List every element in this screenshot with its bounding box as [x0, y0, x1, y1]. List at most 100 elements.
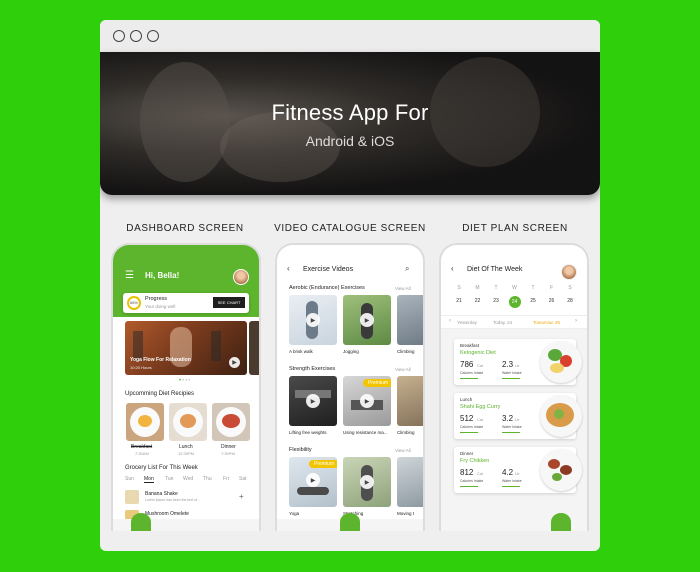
calendar-date-selected[interactable]: 24 — [508, 296, 521, 308]
play-icon[interactable]: ▶ — [360, 313, 374, 327]
day-tab[interactable]: Tue — [165, 476, 173, 482]
play-icon[interactable]: ▶ — [306, 313, 320, 327]
video-title: Climbing — [397, 430, 415, 435]
dashboard-screen-label: DASHBOARD SCREEN — [126, 223, 244, 234]
window-control-dot[interactable] — [113, 30, 125, 42]
play-icon[interactable]: ▶ — [360, 394, 374, 408]
recipes-heading: Upcomming Diet Recipies — [125, 391, 195, 397]
back-icon[interactable]: ‹ — [287, 264, 290, 273]
video-thumbnail[interactable] — [397, 295, 423, 345]
meal-card[interactable]: Breakfast Ketogenic Diet 786 Cal Calorie… — [454, 339, 582, 385]
video-thumbnail[interactable]: ▶ — [343, 457, 391, 507]
calendar-weekday: W — [512, 285, 517, 291]
video-thumbnail[interactable]: ▶ — [289, 295, 337, 345]
diet-plan-phone: ‹ Diet Of The Week S 21 M 22 T 23 W 24 T 25 F 26 S 28… — [439, 243, 589, 531]
window-titlebar — [100, 20, 600, 52]
calendar-date[interactable]: 21 — [453, 298, 465, 304]
meal-name: Fry Chikken — [460, 458, 490, 464]
water-unit: Ltr — [515, 471, 520, 476]
day-tab[interactable]: Thu — [203, 476, 212, 482]
calendar-date[interactable]: 22 — [472, 298, 484, 304]
see-chart-button[interactable]: SEE CHART — [213, 297, 245, 308]
carousel-dots[interactable]: •••• — [179, 378, 191, 384]
screen-title: Diet Of The Week — [467, 266, 523, 273]
nav-home-button[interactable] — [131, 513, 151, 531]
search-icon[interactable]: ⌕ — [405, 264, 409, 274]
video-title: Climbing — [397, 349, 415, 354]
nav-diet-button[interactable] — [551, 513, 571, 531]
back-icon[interactable]: ‹ — [451, 264, 454, 273]
calendar-weekday: S — [568, 285, 572, 291]
water-value: 4.2 — [502, 468, 514, 477]
calendar-weekday: M — [475, 285, 480, 291]
recipe-meal-label: Lunch — [179, 444, 193, 450]
video-title: A brisk walk — [289, 349, 313, 354]
video-thumbnail[interactable] — [397, 457, 423, 507]
meal-card[interactable]: Dinner Fry Chikken 812 Cal Calories Inta… — [454, 447, 582, 493]
day-tab-active[interactable]: Tomorrow, 25 — [533, 320, 560, 325]
day-tab[interactable]: Sun — [125, 476, 134, 482]
calorie-label: Calories Intake — [460, 425, 484, 429]
nav-videos-button[interactable] — [340, 513, 360, 531]
day-tab[interactable]: Fri — [223, 476, 229, 482]
diet-plan-screen-label: DIET PLAN SCREEN — [462, 223, 568, 234]
day-tab[interactable]: Yesterday — [457, 320, 477, 325]
video-thumbnail[interactable] — [397, 376, 423, 426]
play-icon[interactable]: ▶ — [306, 473, 320, 487]
avatar[interactable] — [561, 264, 577, 280]
calendar-date[interactable]: 28 — [564, 298, 576, 304]
view-all-link[interactable]: View All — [395, 367, 411, 372]
video-catalogue-phone: ‹ Exercise Videos ⌕ Aerobic (Endurance) … — [275, 243, 425, 531]
recipe-dinner-image[interactable] — [212, 403, 250, 441]
play-icon[interactable]: ▶ — [229, 357, 240, 368]
chevron-right-icon[interactable]: › — [575, 318, 577, 324]
grocery-heading: Grocery List For This Week — [125, 465, 198, 471]
play-icon[interactable]: ▶ — [360, 475, 374, 489]
calendar-date[interactable]: 25 — [527, 298, 539, 304]
progress-title: Progress — [145, 296, 168, 302]
play-icon[interactable]: ▶ — [306, 394, 320, 408]
day-tab[interactable]: Sat — [239, 476, 247, 482]
calendar-date[interactable]: 23 — [490, 298, 502, 304]
workout-duration: 10:20 Hours — [130, 365, 152, 370]
water-label: Water Intake — [502, 425, 522, 429]
premium-badge: Premium — [309, 460, 337, 468]
calorie-label: Calories Intake — [460, 479, 484, 483]
water-label: Water Intake — [502, 479, 522, 483]
chevron-left-icon[interactable]: ‹ — [449, 318, 451, 324]
workout-video-card[interactable]: Yoga Flow For Relaxation 10:20 Hours ▶ — [125, 321, 247, 375]
recipe-breakfast-image[interactable] — [126, 403, 164, 441]
window-control-dot[interactable] — [130, 30, 142, 42]
meal-name: Ketogenic Diet — [460, 350, 496, 356]
plus-icon[interactable]: + — [239, 492, 244, 501]
meal-card[interactable]: Lunch Shahi Egg Curry 512 Cal Calories I… — [454, 393, 582, 439]
premium-badge: Premium — [363, 379, 391, 387]
day-tab[interactable]: Today, 24 — [493, 320, 512, 325]
meal-label: Dinner — [460, 451, 474, 456]
video-title: Lifting free weights — [289, 430, 327, 435]
view-all-link[interactable]: View All — [395, 448, 411, 453]
meal-image — [540, 341, 582, 383]
video-catalogue-screen-label: VIDEO CATALOGUE SCREEN — [274, 223, 426, 234]
progress-card[interactable]: 68% Progress Your doing well SEE CHART — [123, 293, 249, 313]
video-thumbnail[interactable]: Premium ▶ — [289, 457, 337, 507]
menu-icon[interactable]: ☰ — [125, 270, 134, 281]
avatar[interactable] — [233, 269, 249, 285]
view-all-link[interactable]: View All — [395, 286, 411, 291]
window-control-dot[interactable] — [147, 30, 159, 42]
water-unit: Ltr — [515, 363, 520, 368]
recipe-time: 7:30PM — [221, 451, 235, 456]
video-thumbnail[interactable]: ▶ — [343, 295, 391, 345]
grocery-item-image — [125, 490, 139, 504]
calendar-date[interactable]: 26 — [546, 298, 558, 304]
recipe-lunch-image[interactable] — [169, 403, 207, 441]
day-tab-selected[interactable]: Mon — [144, 476, 154, 483]
video-thumbnail[interactable]: Premium ▶ — [343, 376, 391, 426]
video-thumbnail[interactable]: ▶ — [289, 376, 337, 426]
meal-name: Shahi Egg Curry — [460, 404, 501, 410]
video-title: Moving t — [397, 511, 415, 516]
calendar-weekday: S — [457, 285, 461, 291]
section-heading: Flexibility — [289, 447, 312, 453]
day-tab[interactable]: Wed — [183, 476, 193, 482]
recipe-meal-label: Dinner — [221, 444, 236, 450]
